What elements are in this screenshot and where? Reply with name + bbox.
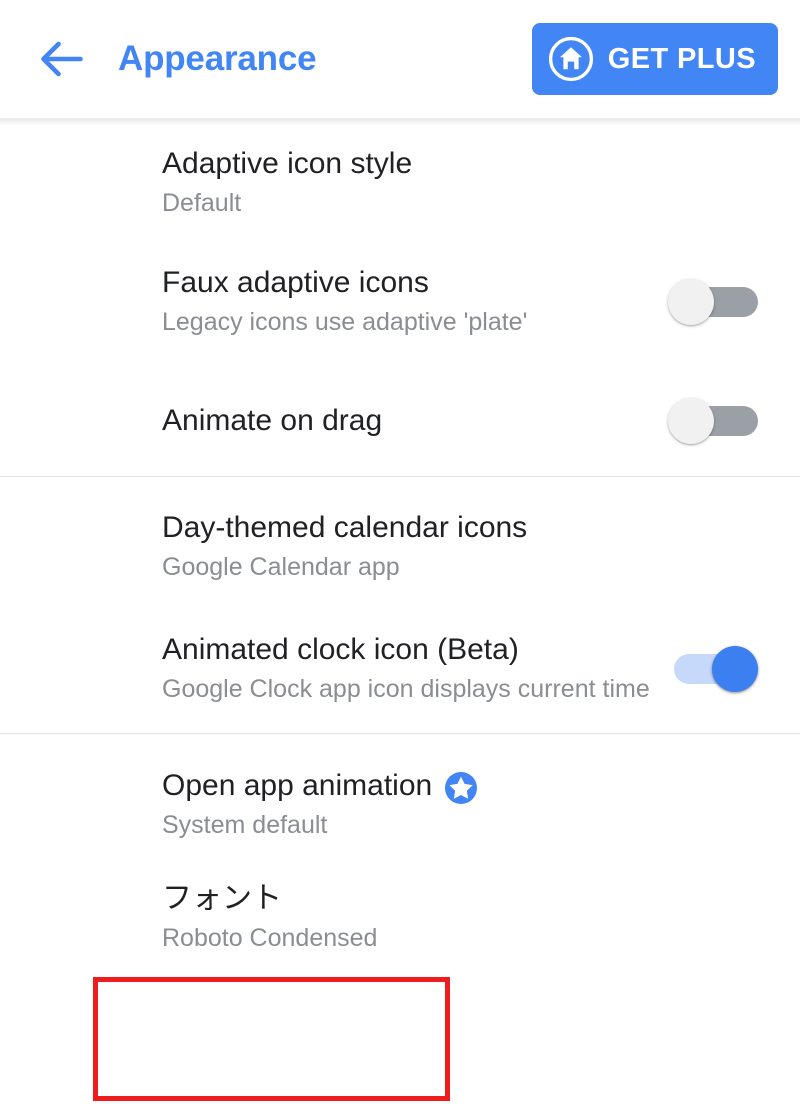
back-button[interactable]: [34, 31, 90, 87]
pro-star-icon: [444, 771, 478, 805]
row-title-text: Animated clock icon (Beta): [162, 633, 519, 667]
row-texts: フォント Roboto Condensed: [162, 881, 764, 954]
row-texts: Day-themed calendar icons Google Calenda…: [162, 510, 764, 583]
setting-row-faux-adaptive-icons[interactable]: Faux adaptive icons Legacy icons use ada…: [0, 238, 800, 366]
setting-row-adaptive-icon-style[interactable]: Adaptive icon style Default: [0, 120, 800, 238]
row-title: Animated clock icon (Beta): [162, 632, 648, 669]
get-plus-label: GET PLUS: [607, 42, 756, 75]
row-title: フォント: [162, 881, 764, 918]
row-summary: Roboto Condensed: [162, 924, 378, 953]
home-circle-icon: [548, 36, 594, 82]
row-title-text: Animate on drag: [162, 403, 383, 437]
app-bar: Appearance GET PLUS: [0, 0, 800, 126]
row-summary: Legacy icons use adaptive 'plate': [162, 308, 528, 337]
toggle-knob: [712, 646, 758, 692]
row-title-text: フォント: [162, 882, 282, 916]
row-texts: Animate on drag: [162, 403, 648, 440]
row-title-text: Adaptive icon style: [162, 147, 413, 181]
toggle-faux-adaptive-icons[interactable]: [668, 276, 764, 328]
settings-section-icons: Adaptive icon style Default Faux adaptiv…: [0, 120, 800, 476]
setting-row-animate-on-drag[interactable]: Animate on drag: [0, 366, 800, 476]
row-summary: Default: [162, 189, 242, 218]
row-title-text: Day-themed calendar icons: [162, 511, 528, 545]
row-summary: Google Clock app icon displays current t…: [162, 675, 650, 704]
get-plus-button[interactable]: GET PLUS: [531, 23, 778, 95]
setting-row-animated-clock-icon[interactable]: Animated clock icon (Beta) Google Clock …: [0, 605, 800, 733]
toggle-knob: [668, 398, 714, 444]
row-title: Faux adaptive icons: [162, 265, 648, 302]
setting-row-font[interactable]: フォント Roboto Condensed: [0, 862, 800, 974]
settings-section-animation-font: Open app animation System default フォント R…: [0, 734, 800, 974]
row-texts: Animated clock icon (Beta) Google Clock …: [162, 632, 650, 705]
red-highlight-annotation: [93, 977, 450, 1101]
page-title: Appearance: [118, 39, 317, 78]
setting-row-day-themed-calendar-icons[interactable]: Day-themed calendar icons Google Calenda…: [0, 477, 800, 605]
row-title: Open app animation: [162, 768, 764, 805]
toggle-knob: [668, 279, 714, 325]
toggle-animated-clock-icon[interactable]: [668, 643, 764, 695]
settings-list: Adaptive icon style Default Faux adaptiv…: [0, 118, 800, 974]
settings-section-dynamic-icons: Day-themed calendar icons Google Calenda…: [0, 477, 800, 733]
row-texts: Adaptive icon style Default: [162, 146, 764, 219]
row-title-text: Faux adaptive icons: [162, 266, 429, 300]
row-title: Adaptive icon style: [162, 146, 764, 183]
row-title-text: Open app animation: [162, 769, 433, 803]
row-texts: Faux adaptive icons Legacy icons use ada…: [162, 265, 648, 338]
arrow-left-icon: [40, 40, 84, 78]
row-texts: Open app animation System default: [162, 768, 764, 841]
toggle-animate-on-drag[interactable]: [668, 395, 764, 447]
row-title: Animate on drag: [162, 403, 648, 440]
row-summary: Google Calendar app: [162, 553, 400, 582]
setting-row-open-app-animation[interactable]: Open app animation System default: [0, 734, 800, 862]
row-title: Day-themed calendar icons: [162, 510, 764, 547]
row-summary: System default: [162, 811, 328, 840]
